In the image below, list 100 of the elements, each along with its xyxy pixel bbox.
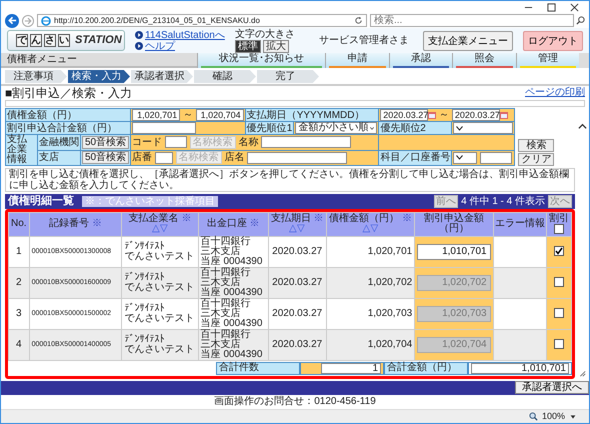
check-mark-icon <box>555 247 564 256</box>
name-field[interactable] <box>247 152 348 164</box>
total-count-field: 1 <box>321 362 381 374</box>
priority-select[interactable] <box>453 122 514 134</box>
amount-to-field[interactable]: 1,020,704 <box>196 109 244 121</box>
print-link[interactable]: ページの印刷 <box>525 86 585 100</box>
range-separator: ～ <box>439 110 450 121</box>
search-form-button[interactable]: クリア <box>518 153 554 166</box>
table-cell: 1,020,702 <box>326 267 415 298</box>
kana-search-button[interactable]: 50音検索 <box>82 136 130 149</box>
table-cell: ﾃﾞﾝｻｲﾃｽﾄ でんさいテスト <box>122 298 198 330</box>
total-amount-field: 1,010,701 <box>471 362 569 374</box>
page-title: ■割引申込／検索・入力 <box>5 86 132 100</box>
font-size-option[interactable]: 拡大 <box>262 40 289 52</box>
address-field[interactable]: http://10.200.200.2/DEN/G_213104_05_01_KENSAKU.do <box>37 14 367 27</box>
column-header[interactable]: 債権金額（円） ※ △▽ <box>326 212 415 236</box>
table-cell: ﾃﾞﾝｻｲﾃｽﾄ でんさいテスト <box>122 329 198 360</box>
amount-from-field[interactable]: 1,020,701 <box>132 109 180 121</box>
search-field[interactable]: 検索... <box>370 14 574 27</box>
close-icon[interactable] <box>570 2 579 12</box>
header-link[interactable]: 114SalutStationへ <box>145 30 225 40</box>
logout-button[interactable]: ログアウト <box>523 30 583 50</box>
field-label: 優先順位2 <box>378 122 452 134</box>
search-form-button[interactable]: 検索 <box>518 139 554 152</box>
field-label: 合計件数 <box>216 362 300 375</box>
field-label: 合計金額（円） <box>384 362 468 375</box>
arrow-bullet-icon <box>135 31 143 39</box>
row-checkbox[interactable] <box>554 246 564 256</box>
table-cell: 2020.03.27 <box>268 298 326 330</box>
back-arrow-icon <box>8 16 16 25</box>
menu-tab[interactable]: 照会 <box>452 53 516 68</box>
field-label: 割引申込合計金額（円） <box>6 122 131 134</box>
logo-letter: ん <box>30 34 42 47</box>
maximize-icon[interactable] <box>547 2 556 12</box>
column-header: エラー情報 <box>493 212 547 236</box>
contact-text: 画面操作のお問合せ：0120-456-119 <box>213 394 377 408</box>
column-header: 割引申込金額（円） <box>414 212 494 236</box>
date-from-field[interactable]: 2020.03.27 <box>380 109 428 121</box>
table-cell: 百十四銀行 三木支店 当座 0004390 <box>198 329 268 360</box>
dropdown-icon[interactable] <box>569 412 577 420</box>
menu-tab[interactable]: 状況一覧･お知らせ <box>197 53 326 68</box>
caret-icon <box>456 126 464 130</box>
field-label: 名称 <box>238 136 258 148</box>
logo-panel[interactable]: で ん さ い STATION <box>7 30 125 51</box>
font-size-label: 文字の大きさ <box>234 28 295 40</box>
logo-letter: さ <box>44 34 56 47</box>
arrow-bullet-icon <box>135 42 143 50</box>
menu-tab[interactable]: 管理 <box>516 53 580 68</box>
column-header[interactable]: 支払期日 ※ △▽ <box>268 212 326 236</box>
globe-icon <box>41 16 51 26</box>
table-cell: ﾃﾞﾝｻｲﾃｽﾄ でんさいテスト <box>122 236 198 268</box>
calendar-icon[interactable] <box>428 112 436 118</box>
name-field[interactable] <box>261 136 352 148</box>
table-cell: 1,020,704 <box>326 329 415 360</box>
kana-search-button[interactable]: 50音検索 <box>82 151 130 164</box>
table-cell: 3 <box>8 298 30 330</box>
next-step-button[interactable]: 承認者選択へ <box>515 381 589 394</box>
table-cell: 1 <box>8 236 30 268</box>
scroll-up-icon[interactable] <box>578 122 586 131</box>
field-label: 店名 <box>224 152 244 164</box>
header-link[interactable]: ヘルプ <box>145 40 175 52</box>
total-amount-field[interactable] <box>132 122 196 134</box>
field-label: 店番 <box>132 152 152 164</box>
field-label: 優先順位1 <box>245 122 294 134</box>
table-cell: 百十四銀行 三木支店 当座 0004390 <box>198 236 268 268</box>
account-number-field[interactable] <box>480 152 512 164</box>
field-label: 科目／口座番号 <box>378 150 452 166</box>
field-label: 支払企業情報 <box>6 134 38 166</box>
select-all-checkbox[interactable] <box>554 224 564 234</box>
column-header: 出金口座 ※ <box>198 212 268 236</box>
field-label: コード <box>132 136 162 148</box>
range-separator: ～ <box>182 110 193 121</box>
zoom-level[interactable]: 100% <box>542 411 565 422</box>
page-info: 4 件中 1 - 4 件表示 <box>461 196 545 208</box>
logo-letter: い <box>58 34 70 47</box>
font-size-option[interactable]: 標準 <box>234 40 261 52</box>
menu-button[interactable]: 支払企業メニュー <box>423 30 513 50</box>
priority-select[interactable]: 金額が小さい順 <box>295 122 378 134</box>
field-label: 金融機関 <box>38 134 80 150</box>
code-field[interactable] <box>154 152 173 164</box>
list-title: 債権明細一覧 <box>8 195 74 208</box>
account-type-select[interactable] <box>453 152 478 164</box>
column-header[interactable]: 支払企業名 ※ △▽ <box>122 212 198 236</box>
code-field[interactable] <box>164 136 187 148</box>
forward-arrow-icon <box>24 16 32 24</box>
table-cell: ﾃﾞﾝｻｲﾃｽﾄ でんさいテスト <box>122 267 198 298</box>
back-button[interactable] <box>5 14 19 28</box>
date-to-field[interactable]: 2020.03.27 <box>452 109 500 121</box>
discount-amount-field[interactable]: 1,010,701 <box>417 244 491 260</box>
table-cell: 2020.03.27 <box>268 329 326 360</box>
search-icon[interactable] <box>576 16 585 25</box>
menu-tab[interactable]: 申請 <box>325 53 389 68</box>
user-name: サービス管理者さま <box>318 34 410 46</box>
table-cell: 2 <box>8 267 30 298</box>
refresh-icon[interactable] <box>354 16 363 25</box>
zoom-icon <box>528 412 538 421</box>
menu-tab[interactable]: 承認 <box>388 53 452 68</box>
table-cell: 2020.03.27 <box>268 236 326 268</box>
logo-text: STATION <box>75 34 122 47</box>
caret-icon <box>370 126 374 130</box>
